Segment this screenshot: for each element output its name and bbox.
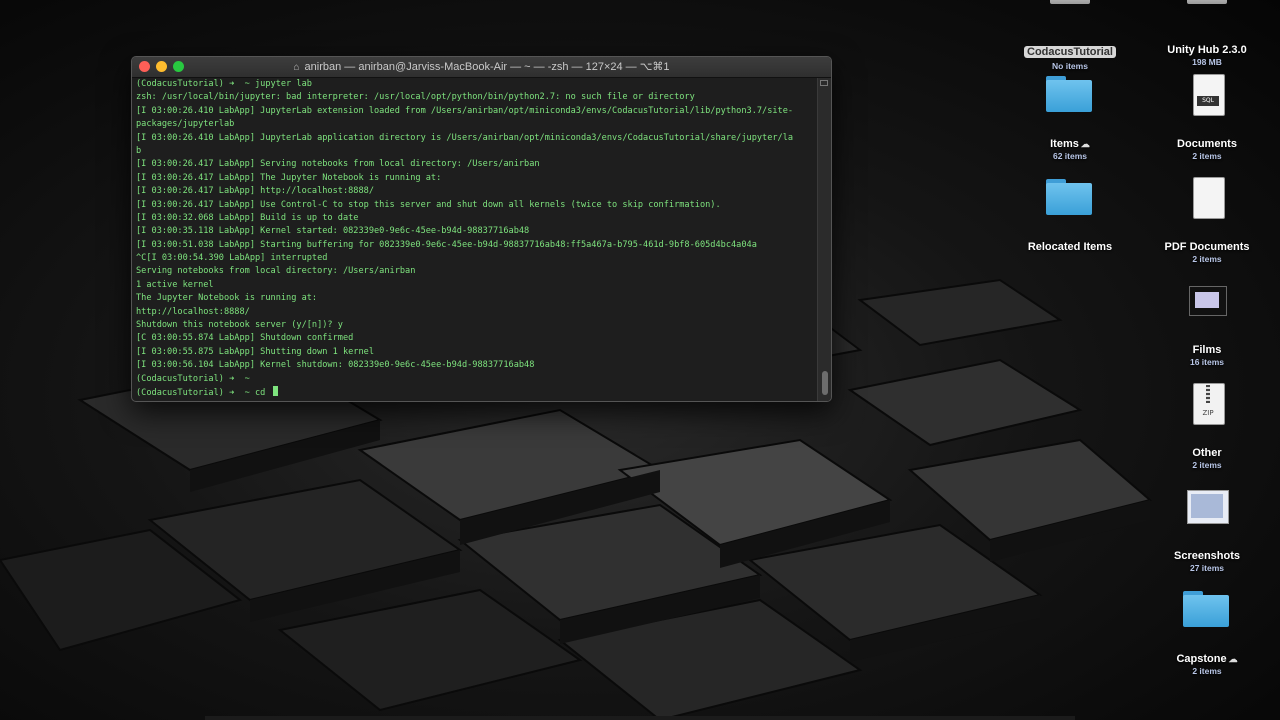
desktop-item-documents[interactable]: SQL Documents 2 items — [1142, 74, 1272, 161]
icloud-icon: ☁ — [1080, 139, 1090, 149]
desktop-item-label: Items ☁ — [1005, 138, 1135, 150]
desktop-item-other[interactable]: ZIP Other 2 items — [1142, 383, 1272, 470]
sql-document-icon: SQL — [1179, 74, 1235, 118]
terminal-line: http://localhost:8888/ — [136, 306, 250, 317]
desktop-item-unity-hub-2-3-0[interactable]: Unity Hub 2.3.0 198 MB — [1142, 0, 1272, 67]
desktop-item-count: 27 items — [1189, 563, 1225, 573]
terminal-title: ⌂ anirban — anirban@Jarviss-MacBook-Air —… — [132, 60, 831, 73]
zip-icon: ZIP — [1179, 383, 1235, 427]
hard-drive-icon — [1179, 0, 1235, 24]
terminal-line: [I 03:00:55.875 LabApp] Shutting down 1 … — [136, 346, 374, 357]
desktop-item-films[interactable]: Films 16 items — [1142, 280, 1272, 367]
desktop-item-label: Relocated Items — [1005, 241, 1135, 253]
desktop-item-pdf-documents[interactable]: PDF Documents 2 items — [1142, 177, 1272, 264]
icon-tag: SQL — [1197, 96, 1219, 106]
desktop-item-label: Screenshots — [1142, 550, 1272, 562]
home-icon: ⌂ — [293, 62, 300, 73]
terminal-scrollbar[interactable] — [817, 78, 831, 401]
icon-tag: ZIP — [1202, 409, 1214, 417]
desktop-item-count: No items — [1052, 61, 1088, 71]
terminal-line: (CodacusTutorial) ➜ ~ jupyter lab — [136, 79, 312, 89]
desktop-item-count: 2 items — [1192, 460, 1222, 470]
desktop-item-count: 2 items — [1192, 254, 1222, 264]
folder-icon — [1042, 74, 1098, 118]
desktop-item-label: Other — [1142, 447, 1272, 459]
desktop-item-label: Films — [1142, 344, 1272, 356]
terminal-line: [I 03:00:35.118 LabApp] Kernel started: … — [136, 226, 530, 237]
terminal-line: [I 03:00:26.417 LabApp] The Jupyter Note… — [136, 172, 442, 183]
desktop-item-codacustutorial[interactable]: CodacusTutorial No items — [1005, 0, 1135, 71]
terminal-line: [I 03:00:26.410 LabApp] JupyterLab appli… — [136, 132, 794, 143]
desktop-item-capstone[interactable]: Capstone ☁ 2 items — [1142, 589, 1272, 676]
desktop-item-label-text: Capstone — [1176, 653, 1227, 665]
cursor — [272, 385, 278, 396]
folder-icon — [1179, 589, 1235, 633]
desktop-item-label-text: Films — [1192, 344, 1222, 356]
desktop-item-label: CodacusTutorial — [1024, 46, 1116, 58]
scroll-thumb[interactable] — [822, 371, 828, 395]
dock-edge — [205, 716, 1075, 720]
terminal-line: 1 active kernel — [136, 279, 214, 290]
document-icon — [1179, 177, 1235, 221]
terminal-line: packages/jupyterlab — [136, 119, 235, 130]
desktop-item-label-text: Unity Hub 2.3.0 — [1167, 44, 1247, 56]
desktop-item-label-text: Other — [1192, 447, 1222, 459]
desktop-item-count: 198 MB — [1192, 57, 1222, 67]
desktop-item-screenshots[interactable]: Screenshots 27 items — [1142, 486, 1272, 573]
desktop-item-label-text: PDF Documents — [1164, 241, 1250, 253]
terminal-line: [I 03:00:26.417 LabApp] Use Control-C to… — [136, 199, 721, 210]
desktop-item-label: Unity Hub 2.3.0 — [1142, 44, 1272, 56]
terminal-line: Serving notebooks from local directory: … — [136, 266, 416, 277]
desktop-item-label: PDF Documents — [1142, 241, 1272, 253]
hard-drive-icon — [1042, 0, 1098, 24]
terminal-line: [I 03:00:32.068 LabApp] Build is up to d… — [136, 212, 359, 223]
desktop-item-label-text: CodacusTutorial — [1027, 46, 1113, 58]
desktop-item-label: Capstone ☁ — [1142, 653, 1272, 665]
terminal-line: [I 03:00:26.417 LabApp] http://localhost… — [136, 186, 374, 197]
desktop-item-label-text: Relocated Items — [1027, 241, 1113, 253]
desktop-item-items[interactable]: Items ☁ 62 items — [1005, 74, 1135, 161]
terminal-window[interactable]: ⌂ anirban — anirban@Jarviss-MacBook-Air —… — [131, 56, 832, 402]
terminal-line: [C 03:00:55.874 LabApp] Shutdown confirm… — [136, 333, 354, 344]
terminal-line: [I 03:00:26.410 LabApp] JupyterLab exten… — [136, 105, 794, 116]
desktop-item-label: Documents — [1142, 138, 1272, 150]
terminal-line: [I 03:00:56.104 LabApp] Kernel shutdown:… — [136, 360, 535, 371]
film-icon — [1179, 280, 1235, 324]
terminal-title-text: anirban — anirban@Jarviss-MacBook-Air — … — [304, 61, 670, 73]
desktop-item-count: 16 items — [1189, 357, 1225, 367]
terminal-titlebar[interactable]: ⌂ anirban — anirban@Jarviss-MacBook-Air —… — [132, 57, 831, 78]
screenshot-icon — [1179, 486, 1235, 530]
desktop-item-label-text: Items — [1050, 138, 1079, 150]
desktop-item-count: 2 items — [1192, 666, 1222, 676]
terminal-line: (CodacusTutorial) ➜ ~ — [136, 373, 250, 384]
desktop-item-count: 62 items — [1052, 151, 1088, 161]
terminal-line: [I 03:00:26.417 LabApp] Serving notebook… — [136, 159, 540, 170]
icloud-icon: ☁ — [1228, 654, 1238, 664]
desktop-item-relocated-items[interactable]: Relocated Items — [1005, 177, 1135, 253]
terminal-line: ^C[I 03:00:54.390 LabApp] interrupted — [136, 253, 328, 264]
terminal-line: [I 03:00:51.038 LabApp] Starting bufferi… — [136, 239, 757, 250]
folder-icon — [1042, 177, 1098, 221]
terminal-line: Shutdown this notebook server (y/[n])? y — [136, 320, 343, 331]
terminal-line: (CodacusTutorial) ➜ ~ cd — [136, 385, 815, 397]
scroll-up-icon[interactable] — [820, 80, 828, 86]
terminal-line: zsh: /usr/local/bin/jupyter: bad interpr… — [136, 92, 695, 103]
terminal-output[interactable]: (CodacusTutorial) ➜ ~ jupyter lab zsh: /u… — [136, 78, 815, 397]
desktop-item-label-text: Screenshots — [1173, 550, 1241, 562]
terminal-line: b — [136, 145, 142, 156]
desktop-item-count: 2 items — [1192, 151, 1222, 161]
desktop-item-label-text: Documents — [1177, 138, 1237, 150]
terminal-line: The Jupyter Notebook is running at: — [136, 293, 318, 304]
